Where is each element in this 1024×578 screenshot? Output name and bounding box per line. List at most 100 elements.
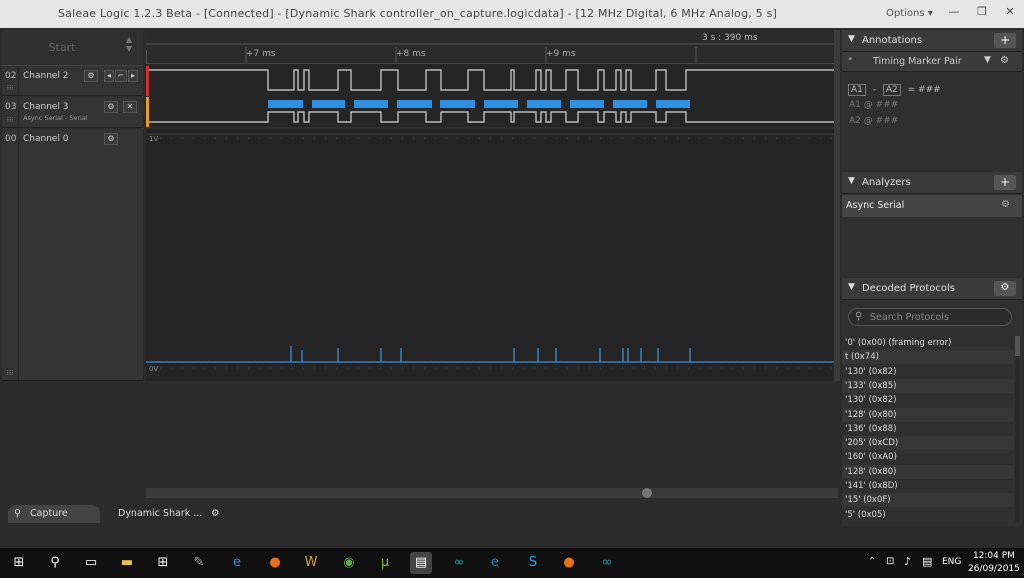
drag-grip-icon[interactable]: ⠿⠿ xyxy=(6,370,14,377)
time-ruler[interactable]: 3 s : 390 ms +7 ms +8 ms +9 ms xyxy=(146,30,834,64)
decode-bar[interactable] xyxy=(397,100,432,108)
decode-bar[interactable] xyxy=(656,100,690,108)
list-item[interactable]: '130' (0x82) xyxy=(842,364,1014,379)
list-item[interactable]: '141' (0x8D) xyxy=(842,479,1014,493)
firefox-icon[interactable]: ● xyxy=(264,552,286,574)
decode-bar[interactable] xyxy=(354,100,388,108)
a2-chip[interactable]: A2 xyxy=(882,84,901,96)
list-item[interactable]: '128' (0x80) xyxy=(842,407,1014,422)
decode-bar[interactable] xyxy=(484,100,518,108)
list-scrollbar[interactable] xyxy=(1015,336,1020,522)
gear-icon[interactable]: ⚙ xyxy=(104,101,118,113)
wow-icon[interactable]: W xyxy=(300,552,322,574)
analyzer-item[interactable]: Async Serial ⚙ xyxy=(842,195,1022,217)
list-item[interactable]: '130' (0x82) xyxy=(842,393,1014,408)
decode-bar[interactable] xyxy=(527,100,561,108)
analyzers-title: Analyzers xyxy=(862,177,911,188)
network-icon[interactable]: ⊡ xyxy=(886,556,894,567)
notification-icon[interactable]: ▤ xyxy=(922,555,932,568)
close-icon[interactable]: ✕ xyxy=(123,101,137,113)
annotations-header[interactable]: ▼ Annotations + xyxy=(842,30,1022,52)
tab-capture[interactable]: ⚲ Capture xyxy=(8,505,100,523)
collapse-triangle-icon[interactable]: ▼ xyxy=(848,282,855,292)
decode-bar[interactable] xyxy=(570,100,604,108)
clock[interactable]: 12:04 PM 26/09/2015 xyxy=(968,550,1020,576)
waveform-view[interactable]: 3 s : 390 ms +7 ms +8 ms +9 ms 1V 0V xyxy=(146,30,834,381)
restore-button[interactable]: ❐ xyxy=(970,2,994,22)
gear-icon[interactable]: ⚙ xyxy=(994,281,1016,296)
analyzers-header[interactable]: ▼ Analyzers + xyxy=(842,172,1022,194)
start-options-arrow-icon[interactable]: ▲ ▼ xyxy=(126,35,132,53)
list-item[interactable]: '136' (0x88) xyxy=(842,421,1014,436)
list-item[interactable]: '5' (0x05) xyxy=(842,507,1014,522)
saleae-logic-icon[interactable]: ▤ xyxy=(410,552,432,574)
horizontal-scrollbar[interactable] xyxy=(146,488,838,498)
channel-name[interactable]: Channel 2 xyxy=(23,71,69,81)
gear-icon[interactable]: ⚙ xyxy=(84,70,98,82)
store-icon[interactable]: ⊞ xyxy=(152,552,174,574)
timing-marker-pair-row[interactable]: ⁍ Timing Marker Pair ▼ ⚙ xyxy=(842,52,1022,72)
vertical-scrollbar[interactable] xyxy=(834,30,840,381)
scrollbar-thumb[interactable] xyxy=(1015,336,1020,356)
start-button[interactable]: Start ▲ ▼ xyxy=(2,30,143,66)
list-item[interactable]: '0' (0x00) (framing error) xyxy=(842,336,1014,350)
nav-left-icon[interactable]: ◂ xyxy=(104,70,114,82)
channel-row-3[interactable]: 03 Channel 3 Async Serial - Serial ⚙ ✕ ⠿… xyxy=(2,97,143,128)
list-item[interactable]: '205' (0xCD) xyxy=(842,436,1014,451)
list-item[interactable]: '128' (0x80) xyxy=(842,464,1014,479)
gear-icon[interactable]: ⚙ xyxy=(104,133,118,145)
drag-grip-icon[interactable]: ⠿⠿ xyxy=(6,117,14,124)
decode-bar[interactable] xyxy=(312,100,345,108)
chrome-icon[interactable]: ◉ xyxy=(338,552,360,574)
file-explorer-icon[interactable]: ▬ xyxy=(116,552,138,574)
decoded-title: Decoded Protocols xyxy=(862,283,956,294)
search-input[interactable]: ⚲ Search Protocols xyxy=(848,308,1012,326)
minimize-button[interactable]: — xyxy=(942,2,966,22)
decoded-protocols-header[interactable]: ▼ Decoded Protocols ⚙ xyxy=(842,278,1022,300)
task-view-icon[interactable]: ▭ xyxy=(80,552,102,574)
add-annotation-button[interactable]: + xyxy=(994,33,1016,48)
list-item[interactable]: '160' (0xA0) xyxy=(842,450,1014,465)
close-button[interactable]: ✕ xyxy=(998,2,1022,22)
pin-icon: ⁍ xyxy=(848,55,853,65)
volume-icon[interactable]: ♪ xyxy=(904,555,911,568)
collapse-triangle-icon[interactable]: ▼ xyxy=(848,176,855,186)
a1-chip[interactable]: A1 xyxy=(848,84,866,96)
scrollbar-thumb[interactable] xyxy=(642,488,652,498)
decode-bar[interactable] xyxy=(440,100,475,108)
channel-row-2[interactable]: 02 Channel 2 ⚙ ◂ ⌐ ▸ ⠿⠿ xyxy=(2,66,143,96)
ie-icon[interactable]: e xyxy=(226,552,248,574)
skype-icon[interactable]: S xyxy=(522,552,544,574)
tab-file[interactable]: Dynamic Shark ... xyxy=(112,505,212,523)
edge-icon[interactable]: e xyxy=(484,552,506,574)
arduino-icon[interactable]: ∞ xyxy=(596,552,618,574)
channel-row-0[interactable]: 00 Channel 0 ⚙ ⠿⠿ xyxy=(2,129,143,381)
separator xyxy=(18,66,19,95)
list-item[interactable]: '15' (0x0F) xyxy=(842,493,1014,508)
channel-name[interactable]: Channel 0 xyxy=(23,134,69,144)
add-analyzer-button[interactable]: + xyxy=(994,175,1016,190)
chevron-up-icon[interactable]: ⌃ xyxy=(868,556,876,567)
decode-bar[interactable] xyxy=(268,100,303,108)
gear-icon[interactable]: ⚙ xyxy=(1000,55,1009,66)
app-icon[interactable]: ✎ xyxy=(188,552,210,574)
gear-icon[interactable]: ⚙ xyxy=(211,505,225,523)
chevron-down-icon[interactable]: ▼ xyxy=(984,55,991,65)
drag-grip-icon[interactable]: ⠿⠿ xyxy=(6,85,14,92)
gear-icon[interactable]: ⚙ xyxy=(1001,199,1010,210)
list-item[interactable]: '133' (0x85) xyxy=(842,378,1014,393)
decode-bar[interactable] xyxy=(613,100,647,108)
channel-name[interactable]: Channel 3 xyxy=(23,102,69,112)
arduino-icon[interactable]: ∞ xyxy=(448,552,470,574)
search-icon[interactable]: ⚲ xyxy=(44,552,66,574)
nav-right-icon[interactable]: ▸ xyxy=(128,70,138,82)
windows-start-icon[interactable]: ⊞ xyxy=(8,552,30,574)
trigger-edge-icon[interactable]: ⌐ xyxy=(115,70,127,82)
collapse-triangle-icon[interactable]: ▼ xyxy=(848,34,855,44)
options-menu[interactable]: Options ▾ xyxy=(886,8,933,19)
firefox-icon[interactable]: ● xyxy=(558,552,580,574)
list-item[interactable]: t (0x74) xyxy=(842,350,1014,365)
language-indicator[interactable]: ENG xyxy=(942,557,961,567)
a1-marker-row: A1 @ ### xyxy=(849,100,899,110)
utorrent-icon[interactable]: µ xyxy=(374,552,396,574)
